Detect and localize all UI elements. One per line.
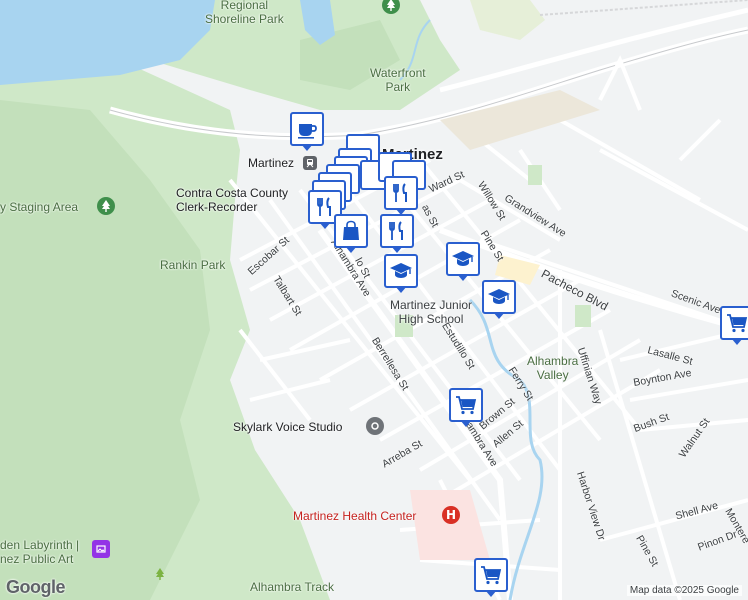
school-marker-1[interactable] <box>384 254 418 293</box>
health-center-label: Martinez Health Center <box>293 509 417 523</box>
hospital-icon[interactable]: H <box>442 506 460 524</box>
shopping-cart-icon <box>727 314 748 333</box>
restaurant-marker-1[interactable] <box>384 176 418 215</box>
junior-high-label: Martinez Junior High School <box>390 298 473 326</box>
clerk-recorder-label: Contra Costa County Clerk-Recorder <box>176 186 289 214</box>
tree-small-icon <box>155 568 165 580</box>
skylark-voice-studio-label: Skylark Voice Studio <box>233 420 343 434</box>
shopping-cart-icon <box>456 396 477 415</box>
station-label: Martinez <box>248 156 295 170</box>
shopping-bag-icon <box>343 220 359 240</box>
grocery-marker-2[interactable] <box>720 306 748 345</box>
studio-pin-icon[interactable] <box>366 417 384 435</box>
school-marker-2[interactable] <box>446 242 480 281</box>
google-logo[interactable]: Google <box>6 577 66 598</box>
map-attribution[interactable]: Map data ©2025 Google <box>626 585 742 596</box>
shopping-cart-icon <box>481 566 502 585</box>
school-icon <box>452 251 474 266</box>
school-icon <box>390 263 412 278</box>
coffee-icon <box>298 124 317 139</box>
rankin-park-label: Rankin Park <box>160 258 226 272</box>
map-canvas[interactable]: Regional Shoreline Park Waterfront Park … <box>0 0 748 600</box>
restaurant-marker-3[interactable] <box>380 214 414 253</box>
staging-area-label: y Staging Area <box>0 200 79 214</box>
tree-icon[interactable] <box>97 197 115 215</box>
waterfront-park-label: Waterfront Park <box>370 66 426 94</box>
fork-knife-icon <box>389 221 403 240</box>
track-label: Alhambra Track <box>250 580 335 594</box>
grocery-marker-1[interactable] <box>449 388 483 427</box>
coffee-marker[interactable] <box>290 112 324 151</box>
school-icon <box>488 289 510 304</box>
train-station-icon[interactable] <box>303 156 317 170</box>
alhambra-valley-label: Alhambra Valley <box>527 354 579 382</box>
fork-knife-icon <box>393 183 407 202</box>
art-icon[interactable] <box>92 540 110 558</box>
shoreline-park-label: Regional Shoreline Park <box>205 0 284 26</box>
labyrinth-label: den Labyrinth | nez Public Art <box>0 538 80 566</box>
grocery-marker-3[interactable] <box>474 558 508 597</box>
school-marker-3[interactable] <box>482 280 516 319</box>
shopping-marker[interactable] <box>334 214 368 253</box>
